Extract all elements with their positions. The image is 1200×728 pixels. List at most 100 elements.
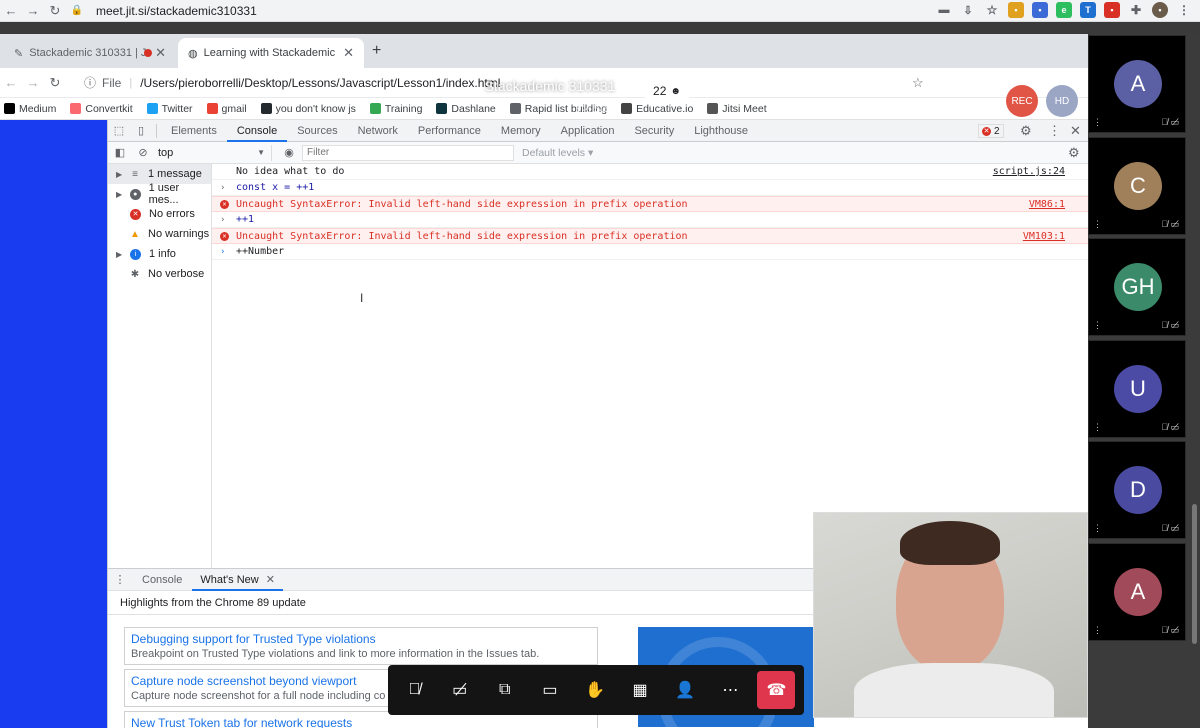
- tile-menu-icon[interactable]: ⋮: [1093, 117, 1102, 128]
- console-sidebar-item[interactable]: ▶ i 1 info: [108, 244, 211, 264]
- eye-icon[interactable]: ◉: [276, 146, 302, 159]
- close-devtools-icon[interactable]: ✕: [1070, 123, 1081, 139]
- evernote-icon[interactable]: e: [1056, 2, 1072, 18]
- devtools-tab-memory[interactable]: Memory: [491, 120, 551, 142]
- star-icon[interactable]: ☆: [984, 2, 1000, 18]
- tile-menu-icon[interactable]: ⋮: [1093, 625, 1102, 636]
- participant-tile[interactable]: A 🎙̸ ▭̸ ⋮: [1088, 35, 1186, 133]
- console-sidebar-item[interactable]: ✕ No errors: [108, 204, 211, 224]
- tab-jitsi[interactable]: ✎ Stackademic 310331 | Jitsi ✕: [4, 38, 176, 68]
- close-tab-icon[interactable]: ✕: [343, 45, 354, 61]
- camera-icon[interactable]: ▬: [936, 2, 952, 18]
- drawer-menu-icon[interactable]: ⋮: [108, 573, 132, 586]
- tile-menu-icon[interactable]: ⋮: [1093, 422, 1102, 433]
- context-selector[interactable]: top ▼: [158, 144, 272, 161]
- console-output[interactable]: No idea what to do script.js:24 › const x =…: [212, 164, 1088, 568]
- extension-b-icon[interactable]: •: [1032, 2, 1048, 18]
- bookmark-item[interactable]: Twitter: [146, 103, 193, 115]
- more-options-icon[interactable]: ⋮: [1048, 123, 1061, 139]
- console-sidebar-item[interactable]: ▶ ≡ 1 message: [108, 164, 211, 184]
- forward-icon[interactable]: →: [22, 75, 44, 90]
- bookmark-item[interactable]: you don't know js: [260, 103, 356, 115]
- tab-stackademic[interactable]: ◍ Learning with Stackademic ✕: [178, 38, 364, 68]
- inspect-icon[interactable]: ⬚: [108, 124, 130, 137]
- console-sidebar-item[interactable]: ✱ No verbose: [108, 264, 211, 284]
- console-source-link[interactable]: VM103:1: [1023, 231, 1065, 242]
- tile-menu-icon[interactable]: ⋮: [1093, 320, 1102, 331]
- devtools-tab-sources[interactable]: Sources: [287, 120, 347, 142]
- console-sidebar-item[interactable]: ▶ ● 1 user mes...: [108, 182, 211, 206]
- devtools-tab-application[interactable]: Application: [551, 120, 625, 142]
- bookmark-item[interactable]: Medium: [4, 103, 56, 115]
- whats-new-card[interactable]: Debugging support for Trusted Type viola…: [124, 627, 598, 665]
- expand-arrow-icon[interactable]: ▶: [116, 190, 128, 199]
- filmstrip-scrollbar[interactable]: [1192, 504, 1197, 644]
- tile-view-button[interactable]: ▦: [622, 672, 658, 708]
- new-tab-icon[interactable]: +: [372, 42, 381, 60]
- menu-icon[interactable]: ⋮: [1176, 2, 1192, 18]
- participant-tile[interactable]: U 🎙̸ ▭̸ ⋮: [1088, 339, 1186, 438]
- error-count-badge[interactable]: ✕ 2: [978, 124, 1004, 138]
- outer-address-bar[interactable]: meet.jit.si/stackademic310331: [96, 4, 257, 18]
- devtools-tab-console[interactable]: Console: [226, 120, 288, 142]
- mute-mic-button[interactable]: 🎙̸: [397, 672, 433, 708]
- devtools-tab-elements[interactable]: Elements: [161, 120, 227, 142]
- local-video-thumbnail[interactable]: [813, 512, 1088, 718]
- console-source-link[interactable]: VM86:1: [1029, 199, 1065, 210]
- log-levels-dropdown[interactable]: Default levels ▾: [522, 147, 593, 159]
- participant-tile[interactable]: C 🎙̸ ▭̸ ⋮: [1088, 136, 1186, 235]
- bookmark-item[interactable]: Dashlane: [436, 103, 496, 115]
- participant-tile[interactable]: GH 🎙̸ ▭̸ ⋮: [1088, 238, 1186, 336]
- shared-address-text[interactable]: /Users/pieroborrelli/Desktop/Lessons/Jav…: [140, 76, 500, 90]
- tile-menu-icon[interactable]: ⋮: [1093, 523, 1102, 534]
- tile-menu-icon[interactable]: ⋮: [1093, 219, 1102, 230]
- bookmark-item[interactable]: Jitsi Meet: [707, 103, 767, 115]
- bookmark-item[interactable]: Convertkit: [70, 103, 133, 115]
- clear-console-icon[interactable]: ⊘: [132, 146, 154, 159]
- bookmark-star-icon[interactable]: ☆: [912, 75, 924, 91]
- install-icon[interactable]: ⇩: [960, 2, 976, 18]
- extension-t-icon[interactable]: T: [1080, 2, 1096, 18]
- expand-arrow-icon[interactable]: ▶: [116, 170, 128, 179]
- bookmark-item[interactable]: Training: [369, 103, 422, 115]
- close-tab-icon[interactable]: ✕: [155, 45, 166, 61]
- hangup-button[interactable]: ☎: [757, 671, 796, 709]
- bookmark-item[interactable]: Educative.io: [621, 103, 693, 115]
- puzzle-icon[interactable]: ✚: [1128, 2, 1144, 18]
- participant-tile[interactable]: D 🎙̸ ▭̸ ⋮: [1088, 441, 1186, 539]
- camera-toggle-button[interactable]: ▭̸: [442, 672, 478, 708]
- settings-gear-icon[interactable]: ⚙: [1020, 123, 1032, 139]
- reload-icon[interactable]: ↻: [44, 3, 66, 19]
- profile-avatar[interactable]: •: [1152, 2, 1168, 18]
- console-filter-input[interactable]: [302, 144, 514, 161]
- screen-share-button[interactable]: ⧉: [487, 672, 523, 708]
- device-toolbar-icon[interactable]: ▯: [130, 124, 152, 137]
- reload-icon[interactable]: ↻: [44, 75, 66, 91]
- forward-icon[interactable]: →: [22, 3, 44, 18]
- console-error-row: ✕ Uncaught SyntaxError: Invalid left-hand…: [212, 228, 1088, 244]
- participant-count-badge[interactable]: 22 ☻: [645, 80, 689, 102]
- devtools-tab-network[interactable]: Network: [348, 120, 408, 142]
- back-icon[interactable]: ←: [0, 3, 22, 18]
- devtools-tab-security[interactable]: Security: [624, 120, 684, 142]
- extension-a-icon[interactable]: •: [1008, 2, 1024, 18]
- chat-button[interactable]: ▭: [532, 672, 568, 708]
- extension-red-icon[interactable]: ▪: [1104, 2, 1120, 18]
- participant-tile[interactable]: A 🎙̸ ▭̸ ⋮: [1088, 542, 1186, 641]
- expand-arrow-icon[interactable]: ▶: [116, 250, 128, 259]
- devtools-tab-lighthouse[interactable]: Lighthouse: [684, 120, 758, 142]
- drawer-tab-whats-new[interactable]: What's New ✕: [192, 569, 283, 591]
- console-sidebar-item[interactable]: ▲ No warnings: [108, 224, 211, 244]
- devtools-tab-performance[interactable]: Performance: [408, 120, 491, 142]
- sidebar-toggle-icon[interactable]: ◧: [108, 146, 132, 159]
- console-source-link[interactable]: script.js:24: [993, 166, 1065, 177]
- close-icon[interactable]: ✕: [266, 574, 275, 586]
- raise-hand-button[interactable]: ✋: [577, 672, 613, 708]
- bookmark-item[interactable]: gmail: [206, 103, 247, 115]
- console-settings-icon[interactable]: ⚙: [1068, 145, 1080, 161]
- video-quality-badge[interactable]: HD: [1046, 85, 1078, 117]
- drawer-tab-console[interactable]: Console: [132, 574, 192, 586]
- back-icon[interactable]: ←: [0, 75, 22, 90]
- invite-button[interactable]: 👤: [667, 672, 703, 708]
- more-actions-button[interactable]: ⋯: [712, 672, 748, 708]
